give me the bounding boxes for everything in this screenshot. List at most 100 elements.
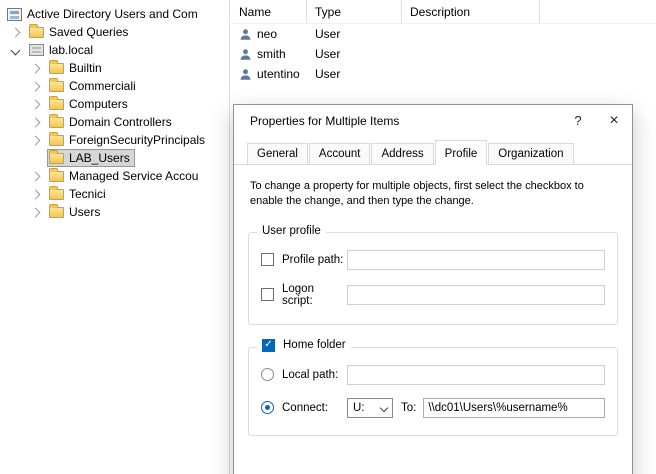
folder-icon [49,189,64,200]
folder-icon [49,81,64,92]
home-folder-group: ✓ Home folder Local path: Connect: U: [248,347,618,436]
tree-item-builtin[interactable]: Builtin [0,59,229,77]
chevron-spacer [32,155,39,162]
chevron-down-icon[interactable] [11,45,21,55]
tab-account[interactable]: Account [309,143,371,165]
folder-icon [29,27,44,38]
home-folder-path-input[interactable] [423,398,605,418]
tab-profile[interactable]: Profile [435,140,488,165]
list-item-name: utentino [257,67,300,81]
tree-item-computers[interactable]: Computers [0,95,229,113]
tree-item-label: Builtin [69,61,102,75]
chevron-right-icon[interactable] [31,207,41,217]
logon-script-checkbox[interactable] [261,288,274,301]
tree-item-label: ForeignSecurityPrincipals [69,133,205,147]
home-folder-label: Home folder [283,339,346,351]
user-icon [239,48,252,61]
tab-strip: General Account Address Profile Organiza… [234,136,632,164]
profile-path-checkbox[interactable] [261,253,274,266]
logon-script-input[interactable] [347,285,605,305]
list-item-utentino[interactable]: utentino User [231,64,656,84]
list-item-type: User [307,47,402,61]
help-button[interactable]: ? [560,105,596,136]
drive-letter-select[interactable]: U: [347,398,393,418]
chevron-right-icon[interactable] [31,171,41,181]
properties-dialog: Properties for Multiple Items ? × Genera… [233,104,633,474]
user-profile-group: User profile Profile path: Logon script: [248,232,618,325]
domain-icon [29,44,44,56]
local-path-row: Local path: [261,365,605,385]
dialog-title: Properties for Multiple Items [250,114,399,128]
list-header: Name Type Description [231,0,656,24]
folder-icon [49,117,64,128]
tree-item-label: lab.local [49,43,93,57]
tree-item-label: Managed Service Accou [69,169,198,183]
local-path-label: Local path: [282,369,347,381]
connect-radio[interactable] [261,401,274,414]
folder-icon [49,207,64,218]
checkmark-icon: ✓ [264,340,272,350]
tree-item-label: Domain Controllers [69,115,172,129]
tree-item-foreign-security-principals[interactable]: ForeignSecurityPrincipals [0,131,229,149]
chevron-right-icon[interactable] [11,27,21,37]
home-folder-checkbox[interactable]: ✓ [262,339,275,352]
list-item-neo[interactable]: neo User [231,24,656,44]
chevron-right-icon[interactable] [31,81,41,91]
local-path-input[interactable] [347,365,605,385]
list-item-type: User [307,67,402,81]
tree-item-tecnici[interactable]: Tecnici [0,185,229,203]
tab-organization[interactable]: Organization [488,143,573,165]
home-folder-group-label: ✓ Home folder [257,339,351,352]
column-header-description[interactable]: Description [402,0,540,23]
tree-item-lab-users[interactable]: LAB_Users [0,149,229,167]
tree-item-lab-local[interactable]: lab.local [0,41,229,59]
instructions-text: To change a property for multiple object… [250,179,616,210]
chevron-right-icon[interactable] [31,117,41,127]
tree-item-root[interactable]: Active Directory Users and Com [0,5,229,23]
connect-row: Connect: U: To: [261,398,605,418]
tree-item-label: Commerciali [69,79,136,93]
aduc-window: Active Directory Users and Com Saved Que… [0,0,656,474]
tree-item-label: Users [69,205,100,219]
tree-item-label: LAB_Users [69,151,130,165]
tree-item-saved-queries[interactable]: Saved Queries [0,23,229,41]
user-profile-group-label: User profile [257,225,326,237]
close-button[interactable]: × [596,105,632,136]
connect-label: Connect: [282,402,347,414]
directory-icon [7,8,22,21]
tree-item-label: Computers [69,97,128,111]
chevron-right-icon[interactable] [31,189,41,199]
folder-icon [49,171,64,182]
user-icon [239,28,252,41]
folder-icon [49,135,64,146]
logon-script-row: Logon script: [261,283,605,307]
tab-general[interactable]: General [247,143,308,165]
chevron-right-icon[interactable] [31,63,41,73]
tree-item-label: Active Directory Users and Com [27,7,198,21]
tree-item-domain-controllers[interactable]: Domain Controllers [0,113,229,131]
folder-icon [49,63,64,74]
chevron-down-icon [380,404,388,412]
dialog-title-bar: Properties for Multiple Items ? × [234,105,632,136]
tree-item-label: Tecnici [69,187,106,201]
tree-item-label: Saved Queries [49,25,128,39]
list-item-name: smith [257,47,286,61]
logon-script-label: Logon script: [282,283,347,307]
local-path-radio[interactable] [261,368,274,381]
chevron-right-icon[interactable] [31,135,41,145]
profile-path-input[interactable] [347,250,605,270]
folder-icon [49,99,64,110]
user-icon [239,68,252,81]
list-item-smith[interactable]: smith User [231,44,656,64]
profile-path-row: Profile path: [261,250,605,270]
tree-item-commerciali[interactable]: Commerciali [0,77,229,95]
column-header-name[interactable]: Name [231,0,307,23]
profile-tab-page: To change a property for multiple object… [234,164,632,436]
column-header-type[interactable]: Type [307,0,402,23]
tree-item-users[interactable]: Users [0,203,229,221]
chevron-right-icon[interactable] [31,99,41,109]
tab-address[interactable]: Address [371,143,433,165]
tree-item-managed-service-accounts[interactable]: Managed Service Accou [0,167,229,185]
list-item-type: User [307,27,402,41]
console-tree: Active Directory Users and Com Saved Que… [0,0,230,474]
